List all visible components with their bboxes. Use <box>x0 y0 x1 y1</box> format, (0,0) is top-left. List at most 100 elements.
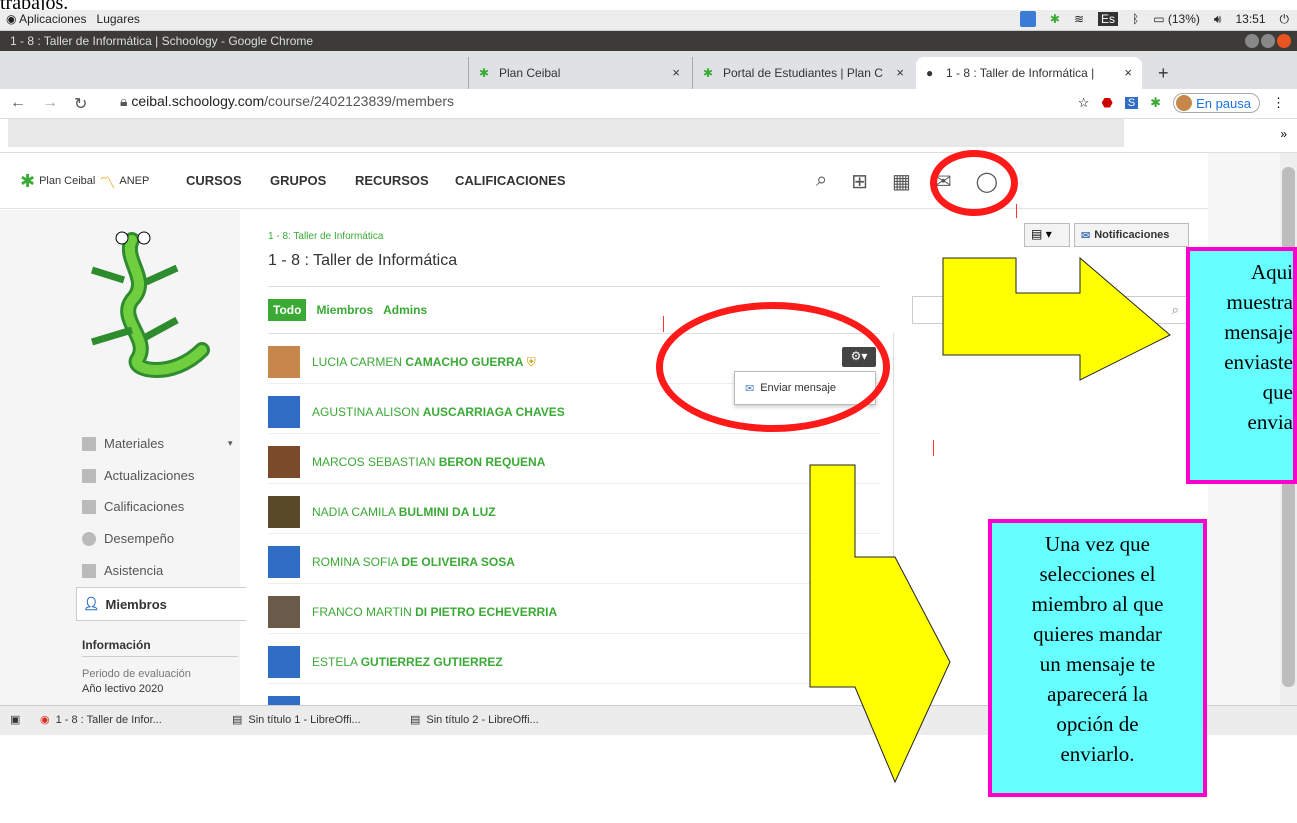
maximize-button[interactable] <box>1261 34 1275 48</box>
menu-dots-icon[interactable]: ⋮ <box>1272 95 1285 111</box>
member-last-name: DE OLIVEIRA SOSA <box>401 555 515 569</box>
show-desktop-icon[interactable]: ▣ <box>10 713 20 726</box>
member-row[interactable]: MARCOS SEBASTIAN BERON REQUENA <box>268 436 880 484</box>
member-name[interactable]: MARCOS SEBASTIAN BERON REQUENA <box>312 455 545 469</box>
search-icon[interactable]: ⌕ <box>816 169 827 194</box>
power-icon[interactable]: ⏻ <box>1280 12 1290 27</box>
member-avatar[interactable] <box>268 546 300 578</box>
taskbar-label: Sin título 1 - LibreOffi... <box>248 713 361 726</box>
member-row[interactable]: ESTELA GUTIERREZ GUTIERREZ <box>268 636 880 684</box>
member-row[interactable]: NADIA CAMILA BULMINI DA LUZ <box>268 486 880 534</box>
volume-icon[interactable]: 🔊︎ <box>1214 12 1222 27</box>
lock-icon: 🔒︎ <box>120 93 128 109</box>
sidebar-item-asistencia[interactable]: Asistencia <box>82 563 163 578</box>
member-avatar[interactable] <box>268 396 300 428</box>
member-name[interactable]: LUCIA CARMEN CAMACHO GUERRA ⛨ <box>312 355 536 370</box>
tab-close-icon[interactable]: × <box>1124 65 1132 80</box>
callout-line: muestra <box>1226 290 1293 314</box>
member-name[interactable]: ESTELA GUTIERREZ GUTIERREZ <box>312 655 503 669</box>
callout-line: que <box>1262 380 1293 404</box>
sidebar-item-desempeno[interactable]: Desempeño <box>82 531 174 546</box>
member-avatar[interactable] <box>268 646 300 678</box>
taskbar-item-writer-2[interactable]: ▤ Sin título 2 - LibreOffi... <box>410 713 539 727</box>
apps-menu[interactable]: ◉ Aplicaciones <box>6 12 87 26</box>
filter-todo[interactable]: Todo <box>268 299 307 321</box>
tab-strip: ✱ Plan Ceibal × ✱ Portal de Estudiantes … <box>0 51 1297 89</box>
view-options-button[interactable]: ▤ ▾ <box>1024 223 1070 247</box>
member-avatar[interactable] <box>268 596 300 628</box>
battery-indicator[interactable]: ▭ (13%) <box>1153 12 1200 26</box>
member-name[interactable]: AGUSTINA ALISON AUSCARRIAGA CHAVES <box>312 405 565 419</box>
calendar-icon[interactable]: ▦ <box>892 169 911 194</box>
address-bar[interactable]: 🔒︎ ceibal.schoology.com/course/240212383… <box>120 93 454 110</box>
nav-recursos[interactable]: RECURSOS <box>355 173 429 188</box>
indicator-icon[interactable] <box>1019 11 1036 27</box>
highlight-ring-mail <box>930 150 1018 216</box>
nav-cursos[interactable]: CURSOS <box>186 173 242 188</box>
clock[interactable]: 13:51 <box>1235 12 1265 26</box>
sidebar-item-actualizaciones[interactable]: Actualizaciones <box>82 468 194 483</box>
callout-line: enviaste <box>1224 350 1293 374</box>
callout-line: quieres mandar <box>1033 622 1162 646</box>
plan-ceibal-logo[interactable]: ✱ Plan Ceibal 〽 ANEP <box>20 169 149 193</box>
filter-admins[interactable]: Admins <box>383 303 427 317</box>
tab-schoology[interactable]: ● 1 - 8 : Taller de Informática | × <box>916 57 1142 89</box>
minimize-button[interactable] <box>1245 34 1259 48</box>
apps-label: Aplicaciones <box>19 12 87 26</box>
reload-icon[interactable]: ↻ <box>74 94 87 114</box>
filter-miembros[interactable]: Miembros <box>316 303 373 317</box>
member-avatar[interactable] <box>268 446 300 478</box>
taskbar-item-writer-1[interactable]: ▤ Sin título 1 - LibreOffi... <box>232 713 361 727</box>
member-name[interactable]: FRANCO MARTIN DI PIETRO ECHEVERRIA <box>312 605 557 619</box>
member-last-name: BULMINI DA LUZ <box>398 505 496 519</box>
member-row[interactable]: FRANCO MARTIN DI PIETRO ECHEVERRIA <box>268 586 880 634</box>
places-menu[interactable]: Lugares <box>97 12 140 26</box>
breadcrumb[interactable]: 1 - 8: Taller de Informática <box>268 231 383 242</box>
members-icon: 👤︎ <box>83 596 100 611</box>
forward-icon[interactable]: → <box>42 94 58 114</box>
keyboard-layout[interactable]: Es <box>1098 12 1119 26</box>
member-row[interactable]: ROMINA SOFIA DE OLIVEIRA SOSA <box>268 536 880 584</box>
wifi-icon[interactable]: ≋ <box>1074 12 1084 26</box>
notifications-button[interactable]: ✉ Notificaciones <box>1074 223 1189 247</box>
star-icon[interactable]: ☆ <box>1078 95 1090 111</box>
tab-plan-ceibal[interactable]: ✱ Plan Ceibal × <box>468 57 690 89</box>
bookmarks-overflow[interactable]: » <box>1280 127 1287 141</box>
member-avatar[interactable] <box>268 346 300 378</box>
tab-close-icon[interactable]: × <box>896 65 904 80</box>
member-name[interactable]: ROMINA SOFIA DE OLIVEIRA SOSA <box>312 555 515 569</box>
layout-icon: ▤ <box>1031 227 1043 241</box>
sidebar-item-materiales[interactable]: Materiales ▾ <box>82 436 233 451</box>
close-window-button[interactable] <box>1277 34 1291 48</box>
ceibal-extension-icon[interactable]: ✱ <box>1150 95 1161 111</box>
tab-close-icon[interactable]: × <box>672 65 680 80</box>
gecko-course-image <box>90 231 210 378</box>
member-first-name: AGUSTINA ALISON <box>312 405 420 419</box>
apps-grid-icon[interactable]: ⊞ <box>851 169 868 194</box>
extension-s-icon[interactable]: S <box>1124 97 1139 109</box>
back-icon[interactable]: ← <box>10 94 26 114</box>
tab-label: Portal de Estudiantes | Plan C <box>723 66 883 80</box>
sidebar-item-miembros[interactable]: 👤︎ Miembros <box>76 587 246 621</box>
new-tab-button[interactable]: + <box>1148 57 1179 89</box>
nav-calificaciones[interactable]: CALIFICACIONES <box>455 173 566 188</box>
adblock-icon[interactable]: ⬣ <box>1101 95 1112 111</box>
bluetooth-icon[interactable]: ᛒ <box>1132 12 1139 26</box>
callout-send-info: Una vez que selecciones el miembro al que q… <box>988 519 1207 797</box>
highlight-ring-menu <box>656 302 890 432</box>
nav-grupos[interactable]: GRUPOS <box>270 173 326 188</box>
profile-button[interactable]: En pausa <box>1173 93 1260 113</box>
member-name[interactable]: NADIA CAMILA BULMINI DA LUZ <box>312 505 496 519</box>
ceibal-tray-icon[interactable]: ✱ <box>1050 12 1060 26</box>
sidebar-item-calificaciones[interactable]: Calificaciones <box>82 499 184 514</box>
member-last-name: AUSCARRIAGA CHAVES <box>422 405 565 419</box>
admin-badge-icon: ⛨ <box>523 355 536 369</box>
ceibal-logo-icon: ✱ <box>20 170 36 191</box>
tab-portal-estudiantes[interactable]: ✱ Portal de Estudiantes | Plan C × <box>692 57 914 89</box>
sidebar-item-label: Materiales <box>104 436 164 451</box>
window-title-bar: 1 - 8 : Taller de Informática | Schoolog… <box>0 31 1297 51</box>
ceibal-favicon-icon: ✱ <box>479 66 490 80</box>
period-label: Periodo de evaluación <box>82 668 191 680</box>
member-avatar[interactable] <box>268 496 300 528</box>
taskbar-item-chrome[interactable]: ◉ 1 - 8 : Taller de Infor... <box>40 713 162 727</box>
